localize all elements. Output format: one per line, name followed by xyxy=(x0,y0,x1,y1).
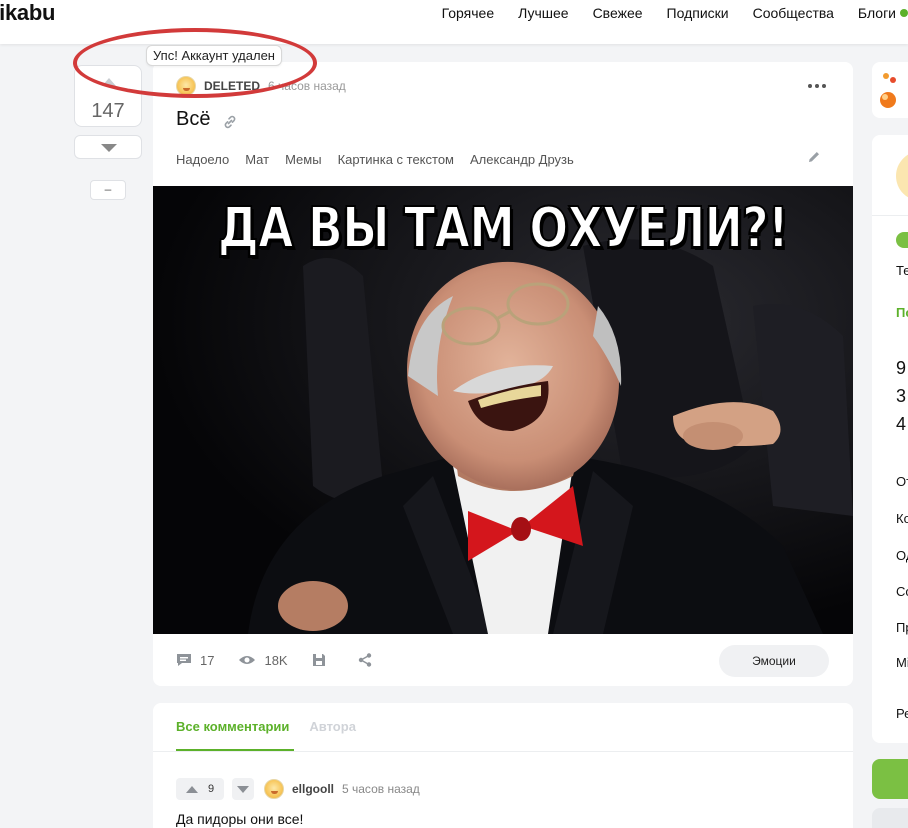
comment-author[interactable]: ellgooll xyxy=(292,782,334,796)
nav-subscriptions[interactable]: Подписки xyxy=(667,5,729,21)
eye-icon xyxy=(239,656,256,664)
comment-author-avatar[interactable] xyxy=(264,779,284,799)
views-count: 18K xyxy=(264,652,288,668)
comments-tabs: Все комментарии Автора xyxy=(176,719,376,734)
tag-item[interactable]: Мат xyxy=(245,152,269,167)
sidebar-menu-item[interactable]: Ко xyxy=(896,511,908,526)
nav-best[interactable]: Лучшее xyxy=(518,5,568,21)
fruit-icon xyxy=(880,73,896,108)
sidebar-grey-button[interactable] xyxy=(872,808,908,828)
share-button[interactable] xyxy=(358,653,380,667)
sidebar-menu-item[interactable]: Од xyxy=(896,548,908,563)
main-nav: Горячее Лучшее Свежее Подписки Сообществ… xyxy=(418,5,908,21)
save-icon xyxy=(312,654,325,666)
tab-all-comments[interactable]: Все комментарии xyxy=(176,719,289,734)
comment-icon xyxy=(177,654,191,666)
comment-header: 9 ellgooll 5 часов назад xyxy=(176,778,420,800)
nav-blogs[interactable]: Блоги xyxy=(858,5,908,21)
post-tags: Надоело Мат Мемы Картинка с текстом Алек… xyxy=(176,152,590,167)
comment-downvote-button[interactable] xyxy=(232,778,254,800)
collapse-post-button[interactable]: – xyxy=(90,180,126,200)
rating-box: 147 xyxy=(74,65,142,127)
views-stat: 18K xyxy=(238,652,288,668)
nav-communities[interactable]: Сообщества xyxy=(753,5,834,21)
top-header: pikabu Горячее Лучшее Свежее Подписки Со… xyxy=(0,0,908,44)
sidebar-stat: 3 xyxy=(896,386,907,406)
share-icon xyxy=(358,653,371,667)
post-time[interactable]: 6 часов назад xyxy=(268,79,346,93)
tag-item[interactable]: Мемы xyxy=(285,152,322,167)
nav-hot[interactable]: Горячее xyxy=(442,5,495,21)
sidebar-status-pill xyxy=(896,232,908,248)
save-button[interactable] xyxy=(312,653,334,667)
post-footer: 17 18K xyxy=(176,652,404,668)
post-author[interactable]: DELETED xyxy=(204,79,260,93)
author-avatar[interactable] xyxy=(176,76,196,96)
comment-time[interactable]: 5 часов назад xyxy=(342,782,420,796)
sidebar-divider xyxy=(872,215,908,216)
sidebar-profile-card: Те По 9 3 4 От Ко Од Со Пр Мі Ре xyxy=(872,135,908,743)
post-image[interactable]: ДА ВЫ ТАМ ОХУЕЛИ?! xyxy=(153,186,853,634)
tabs-divider xyxy=(153,751,853,752)
comment-downvote-arrow-icon xyxy=(237,786,249,793)
comment-text: Да пидоры они все! xyxy=(176,811,304,827)
sidebar-link[interactable]: По xyxy=(896,305,908,320)
post-card: DELETED 6 часов назад Всё Надоело Мат Ме… xyxy=(153,62,853,686)
tag-item[interactable]: Картинка с текстом xyxy=(338,152,454,167)
sidebar-avatar[interactable] xyxy=(896,151,908,201)
tab-author-comments[interactable]: Автора xyxy=(309,719,356,734)
sidebar-stat: 9 xyxy=(896,358,907,378)
post-title[interactable]: Всё xyxy=(176,108,210,131)
sidebar-green-button[interactable] xyxy=(872,759,908,799)
sidebar-menu-item[interactable]: Со xyxy=(896,584,908,599)
upvote-arrow-icon[interactable] xyxy=(102,78,116,86)
meme-caption: ДА ВЫ ТАМ ОХУЕЛИ?! xyxy=(217,195,790,262)
online-dot-icon xyxy=(900,9,908,17)
downvote-button[interactable] xyxy=(74,135,142,159)
downvote-arrow-icon xyxy=(101,144,117,152)
sidebar-menu-item[interactable]: Пр xyxy=(896,620,908,635)
nav-blogs-label: Блоги xyxy=(857,5,896,21)
edit-tags-pencil-icon[interactable] xyxy=(807,150,821,164)
sidebar-menu-item[interactable]: Ре xyxy=(896,706,908,721)
sidebar-menu-item[interactable]: От xyxy=(896,474,908,489)
sidebar-text: Те xyxy=(896,263,908,278)
nav-fresh[interactable]: Свежее xyxy=(593,5,643,21)
sidebar-stat: 4 xyxy=(896,414,907,434)
sidebar-menu-item[interactable]: Мі xyxy=(896,655,908,670)
link-icon[interactable] xyxy=(222,114,238,130)
more-options-icon[interactable] xyxy=(808,84,826,88)
comment-upvote-arrow-icon xyxy=(185,785,198,793)
comments-stat[interactable]: 17 xyxy=(176,652,214,668)
tag-item[interactable]: Александр Друзь xyxy=(470,152,574,167)
comment-rating: 9 xyxy=(207,783,215,795)
post-author-row: DELETED 6 часов назад xyxy=(176,76,346,96)
comments-count: 17 xyxy=(200,652,215,668)
rating-count: 147 xyxy=(91,100,125,122)
emotions-button[interactable]: Эмоции xyxy=(719,645,829,677)
site-logo[interactable]: pikabu xyxy=(0,0,55,26)
tag-item[interactable]: Надоело xyxy=(176,152,229,167)
sidebar-promo-card[interactable] xyxy=(872,62,908,118)
deleted-account-tooltip: Упс! Аккаунт удален xyxy=(146,45,282,66)
comments-section: Все комментарии Автора 9 ellgooll 5 часо… xyxy=(153,703,853,828)
comment-upvote-button[interactable]: 9 xyxy=(176,778,224,800)
